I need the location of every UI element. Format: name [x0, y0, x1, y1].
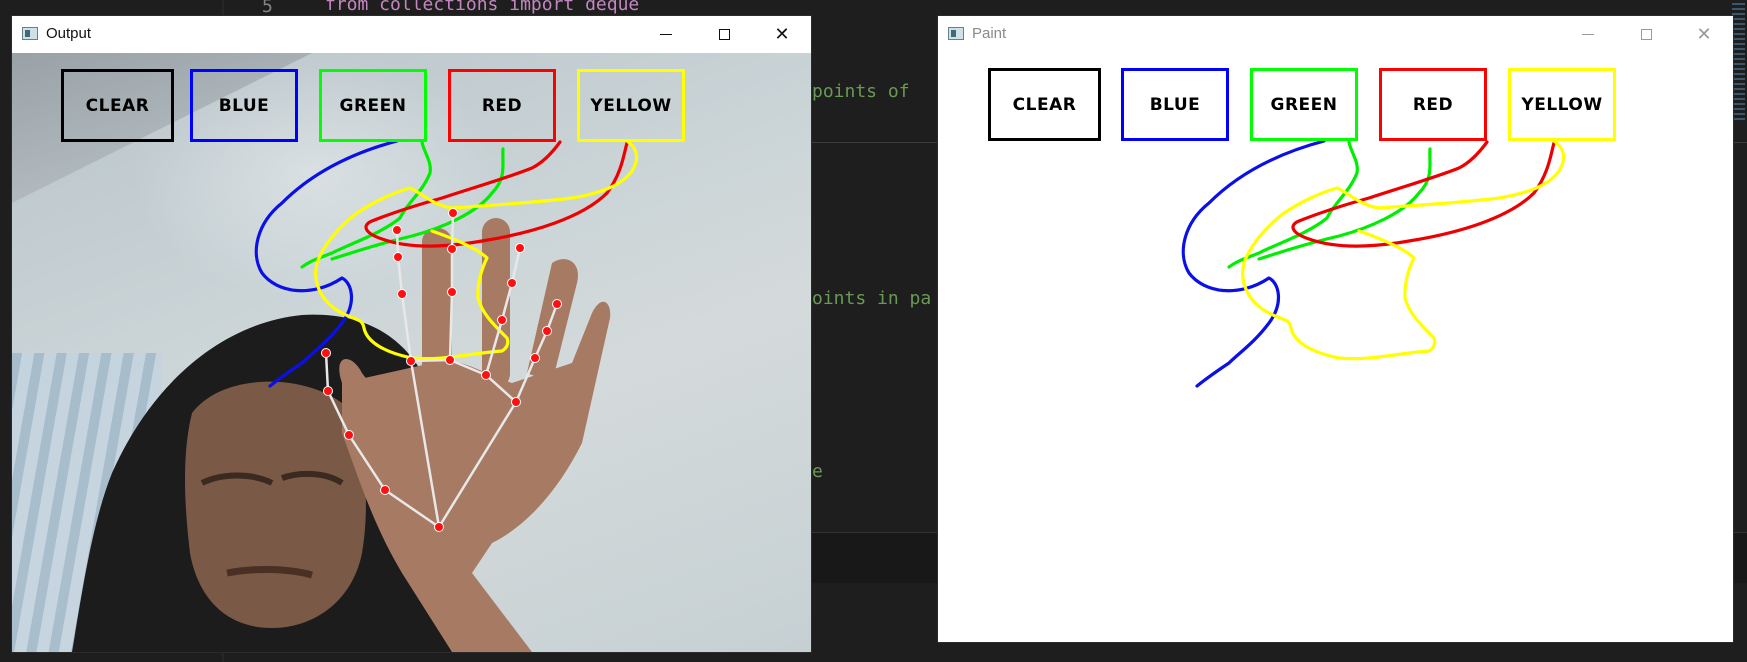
color-button-label: CLEAR	[1012, 94, 1077, 115]
color-button-label: YELLOW	[590, 95, 672, 116]
skeleton-connection	[347, 434, 387, 491]
code-comment-2: oints in pa	[812, 288, 932, 309]
output-titlebar[interactable]: Output ✕	[12, 16, 811, 52]
hand-landmark	[434, 522, 444, 532]
skeleton-connection	[326, 390, 351, 436]
hand-landmark	[321, 348, 331, 358]
close-icon: ✕	[1696, 23, 1712, 44]
color-button-label: RED	[481, 95, 523, 116]
hand-landmark	[542, 326, 552, 336]
output-window-title: Output	[46, 25, 92, 42]
skeleton-connection	[500, 282, 514, 321]
hand-landmark	[511, 397, 521, 407]
skeleton-connection	[396, 256, 404, 295]
hand-landmark	[323, 386, 333, 396]
hand-landmark	[392, 225, 402, 235]
color-button-label: GREEN	[339, 95, 407, 116]
close-button[interactable]: ✕	[1675, 16, 1733, 52]
hand-landmark	[393, 252, 403, 262]
hand-landmark	[530, 353, 540, 363]
hand-landmark	[397, 289, 407, 299]
hand-landmark	[380, 485, 390, 495]
opencv-window-icon	[948, 27, 964, 40]
color-button-label: RED	[1412, 94, 1454, 115]
hand-landmark	[447, 287, 457, 297]
minimize-button[interactable]	[637, 16, 695, 52]
hand-landmark	[344, 430, 354, 440]
close-icon: ✕	[774, 23, 790, 44]
maximize-button[interactable]	[695, 16, 753, 52]
skeleton-connection	[324, 352, 330, 392]
skeleton-connection	[485, 374, 517, 403]
blue-color-button[interactable]: BLUE	[1121, 68, 1229, 141]
hand-skeleton	[321, 208, 562, 532]
skeleton-connection	[409, 360, 441, 528]
red-color-button[interactable]: RED	[448, 69, 556, 142]
opencv-window-icon	[22, 27, 38, 40]
minimize-button[interactable]	[1559, 16, 1617, 52]
maximize-button[interactable]	[1617, 16, 1675, 52]
blue-color-button[interactable]: BLUE	[190, 69, 298, 142]
hand-landmark	[406, 356, 416, 366]
blue-stroke	[1181, 139, 1326, 388]
color-button-label: BLUE	[1149, 94, 1201, 115]
hand-landmark	[448, 208, 458, 218]
clear-color-button[interactable]: CLEAR	[61, 69, 174, 142]
color-button-label: CLEAR	[85, 95, 150, 116]
green-color-button[interactable]: GREEN	[1250, 68, 1358, 141]
skeleton-connection	[400, 293, 413, 362]
skeleton-connection	[484, 319, 504, 376]
paint-window[interactable]: Paint ✕ CLEAR BLUE GREEN RED YELLOW	[937, 15, 1734, 643]
code-comment-1: points of	[812, 81, 910, 102]
yellow-color-button[interactable]: YELLOW	[577, 69, 685, 142]
skeleton-connection	[448, 291, 454, 361]
hand-landmark	[515, 243, 525, 253]
yellow-color-button[interactable]: YELLOW	[1508, 68, 1616, 141]
skeleton-connection	[437, 401, 518, 528]
skeleton-connection	[450, 212, 455, 250]
maximize-icon	[718, 28, 730, 40]
color-button-label: YELLOW	[1521, 94, 1603, 115]
code-comment-3: e	[812, 461, 823, 482]
webcam-feed[interactable]: CLEAR BLUE GREEN RED YELLOW	[12, 53, 811, 652]
hand-landmark	[445, 355, 455, 365]
drawing-overlay	[1181, 139, 1566, 388]
output-window[interactable]: Output ✕ CLEAR BLUE GREEN RED YELLOW	[11, 15, 812, 653]
green-color-button[interactable]: GREEN	[319, 69, 427, 142]
minimize-icon	[660, 33, 672, 35]
hand-landmark	[447, 244, 457, 254]
skeleton-connection	[510, 247, 522, 284]
clear-color-button[interactable]: CLEAR	[988, 68, 1101, 141]
paint-titlebar[interactable]: Paint ✕	[938, 16, 1733, 52]
paint-window-title: Paint	[972, 25, 1007, 42]
skeleton-connection	[449, 358, 487, 377]
skeleton-connection	[514, 357, 537, 403]
drawing-overlay	[254, 139, 639, 532]
close-button[interactable]: ✕	[753, 16, 811, 52]
minimize-icon	[1582, 33, 1594, 35]
hand-landmark	[481, 370, 491, 380]
hand-landmark	[552, 299, 562, 309]
color-button-label: GREEN	[1270, 94, 1338, 115]
skeleton-connection	[384, 488, 440, 529]
hand-landmark	[507, 278, 517, 288]
code-line-import: from collections import deque	[325, 0, 640, 15]
red-color-button[interactable]: RED	[1379, 68, 1487, 141]
maximize-icon	[1640, 28, 1652, 40]
skeleton-connection	[410, 358, 451, 363]
color-button-label: BLUE	[218, 95, 270, 116]
paint-canvas[interactable]: CLEAR BLUE GREEN RED YELLOW	[938, 53, 1733, 642]
hand-landmark	[497, 315, 507, 325]
